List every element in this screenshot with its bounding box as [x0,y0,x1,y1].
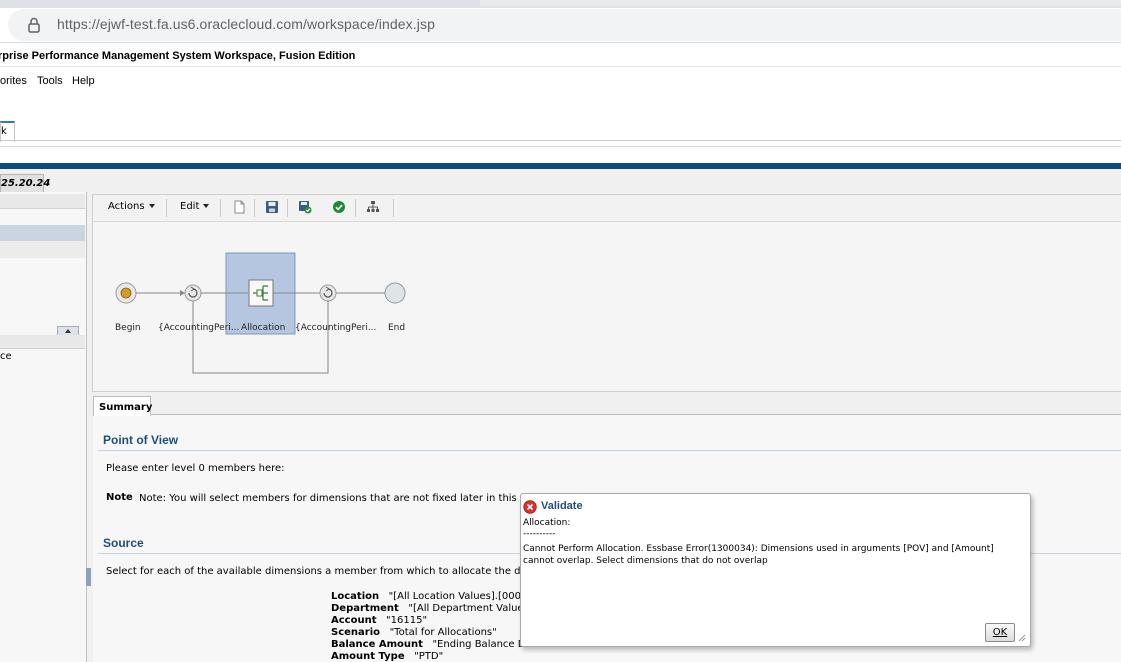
pov-instruction: Please enter level 0 members here: [106,463,285,474]
error-icon [523,500,537,514]
source-key: Account [331,615,377,626]
toolbar-separator [287,199,288,217]
toolbar [93,195,1121,222]
dialog-title: Validate [541,500,583,512]
tab-summary[interactable]: Summary [93,396,153,416]
validate-dialog [520,493,1031,647]
source-key: Location [331,591,380,602]
left-panel-row[interactable] [0,241,85,258]
note-text: Note: You will select members for dimens… [139,493,556,504]
source-key: Amount Type [331,651,405,662]
version-tab-label: 25.20.24 [1,178,51,189]
begin-node-icon[interactable] [115,282,137,304]
url-text[interactable]: https://ejwf-test.fa.us6.oraclecloud.com… [57,16,435,32]
source-instruction: Select for each of the available dimensi… [106,566,577,577]
left-panel-header [0,194,85,209]
source-row: Department "[All Department Values].[0 [331,603,546,614]
dialog-message: Cannot Perform Allocation. Essbase Error… [523,544,994,566]
lock-icon[interactable] [26,16,42,34]
left-panel-item[interactable]: ce [0,351,12,362]
divider [150,414,1121,415]
save-validate-icon[interactable] [298,200,312,214]
toolbar-separator [166,199,167,217]
tab-summary-label: Summary [99,402,153,413]
menu-tools[interactable]: Tools [37,75,63,87]
toolbar-separator [254,199,255,217]
resize-grip-icon[interactable] [1017,633,1026,642]
loop-end-node-icon[interactable] [319,284,337,302]
source-value: "PTD" [414,651,444,662]
chevron-down-icon [148,204,155,208]
edit-menu-button[interactable]: Edit [180,201,210,212]
source-row: Account "16115" [331,615,427,626]
version-tab[interactable]: 25.20.24 [0,174,50,193]
menu-favorites[interactable]: orites [0,75,27,87]
edit-label: Edit [180,201,200,212]
point-of-view-heading: Point of View [103,433,179,447]
save-icon[interactable] [265,200,279,214]
source-value: "Ending Balance Dr" [432,639,535,650]
document-tab-label: k [1,126,7,137]
actions-label: Actions [108,201,145,212]
toolbar-separator [355,199,356,217]
validate-check-icon[interactable] [332,200,346,214]
source-value: "Total for Allocations" [389,627,497,638]
source-row: Scenario "Total for Allocations" [331,627,497,638]
flow-node-label: End [388,323,406,333]
left-panel-selected-row[interactable] [0,225,85,241]
end-node-icon[interactable] [384,282,406,304]
divider [0,146,1121,147]
splitter-handle[interactable] [86,568,91,586]
dialog-separator-text: ---------- [523,529,556,539]
flow-node-label: {AccountingPeri... [158,323,240,333]
divider [98,450,1121,451]
divider [0,66,1121,67]
hierarchy-icon[interactable] [366,200,380,214]
left-panel-header [0,335,85,349]
menu-help-label: Help [72,75,95,87]
source-heading: Source [103,536,144,550]
loop-start-node-icon[interactable] [184,284,202,302]
toolbar-separator [220,199,221,217]
source-row: Amount Type "PTD" [331,651,443,662]
flow-diagram [115,252,406,374]
left-panel [0,192,87,662]
menu-help[interactable]: Help [72,75,95,87]
source-row: Balance Amount "Ending Balance Dr" [331,639,534,650]
document-tab[interactable]: k [0,121,15,142]
flow-node-label: Allocation [241,323,286,333]
toolbar-separator [393,199,394,217]
source-key: Department [331,603,399,614]
source-key: Scenario [331,627,381,638]
flow-node-label: {AccountingPeri... [295,323,377,333]
new-document-icon[interactable] [232,200,246,214]
source-row: Location "[All Location Values].[0000]" [331,591,536,602]
app-title: rprise Performance Management System Wor… [0,50,356,62]
source-value: "16115" [386,615,428,626]
menu-tools-label: Tools [37,75,63,87]
source-value: "[All Location Values].[0000]" [388,591,536,602]
dialog-context: Allocation: [523,518,571,528]
ok-button[interactable]: OK [985,623,1015,642]
flow-node-label: Begin [115,323,141,333]
divider [0,42,1121,43]
source-key: Balance Amount [331,639,423,650]
allocation-node-icon[interactable] [248,279,274,307]
actions-menu-button[interactable]: Actions [108,201,155,212]
note-label: Note [106,492,133,503]
divider [0,140,1121,141]
browser-tab[interactable] [480,0,1121,6]
chevron-down-icon [203,204,210,208]
